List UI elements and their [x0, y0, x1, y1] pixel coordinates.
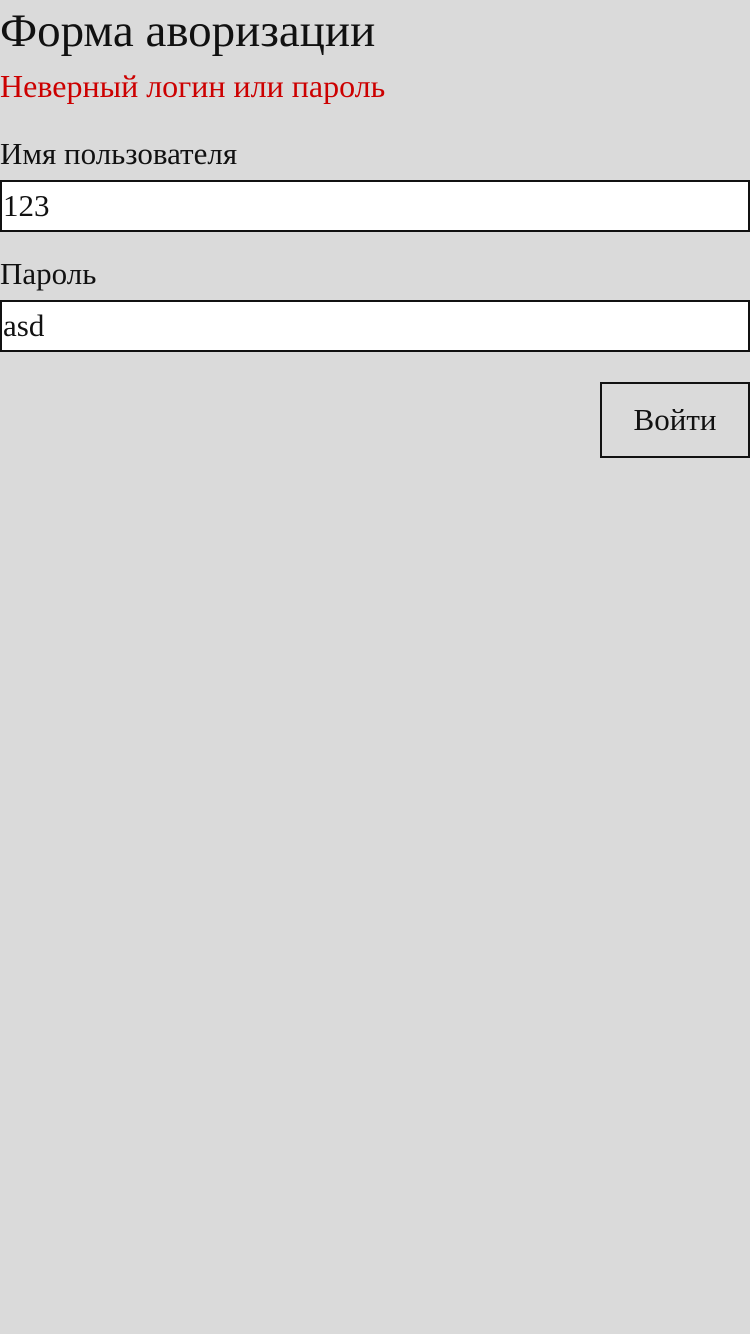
- error-message: Неверный логин или пароль: [0, 68, 386, 104]
- login-button[interactable]: Войти: [600, 382, 750, 458]
- password-label: Пароль: [0, 256, 97, 291]
- username-label: Имя пользователя: [0, 136, 238, 171]
- username-input[interactable]: [0, 180, 750, 232]
- page-title: Форма аворизации: [0, 5, 376, 57]
- password-input[interactable]: [0, 300, 750, 352]
- login-page: Форма аворизации Неверный логин или паро…: [0, 0, 750, 1334]
